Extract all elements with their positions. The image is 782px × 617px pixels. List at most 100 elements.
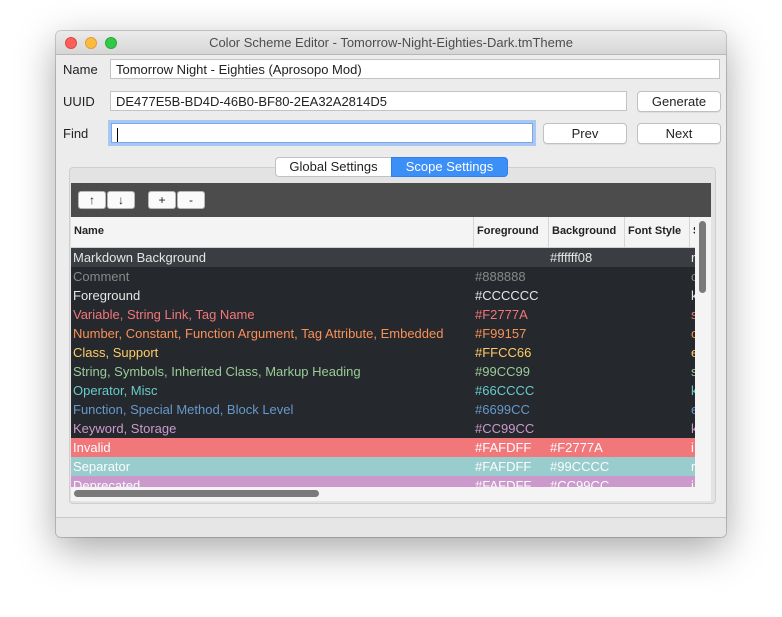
font-style-cell <box>627 400 687 419</box>
window-title: Color Scheme Editor - Tomorrow-Night-Eig… <box>209 35 573 50</box>
foreground-cell: #F2777A <box>475 307 528 322</box>
background-cell <box>550 324 624 343</box>
foreground-cell: #FAFDFF <box>475 478 532 487</box>
scope-name-cell: Function, Special Method, Block Level <box>73 402 294 417</box>
scope-table-body: Markdown Background #ffffff08 r Comment #888… <box>71 247 695 487</box>
arrow-up-icon: ↑ <box>89 193 95 207</box>
scope-name-cell: Keyword, Storage <box>73 421 177 436</box>
title-bar[interactable]: Color Scheme Editor - Tomorrow-Night-Eig… <box>56 31 726 55</box>
table-row[interactable]: Function, Special Method, Block Level #66… <box>71 400 695 419</box>
table-row[interactable]: Invalid #FAFDFF #F2777A i <box>71 438 695 457</box>
background-cell <box>550 400 624 419</box>
find-label: Find <box>63 126 89 141</box>
scope-name-cell: Number, Constant, Function Argument, Tag… <box>73 326 444 341</box>
scope-name-cell: Markdown Background <box>73 250 206 265</box>
name-label: Name <box>63 62 98 77</box>
add-scope-button[interactable]: + <box>148 191 176 209</box>
arrow-down-icon: ↓ <box>118 193 124 207</box>
font-style-cell <box>627 438 687 457</box>
background-cell <box>550 419 624 438</box>
scope-name-cell: Operator, Misc <box>73 383 158 398</box>
color-scheme-editor-window: Color Scheme Editor - Tomorrow-Night-Eig… <box>56 31 726 537</box>
foreground-cell: #CC99CC <box>475 421 535 436</box>
foreground-cell: #888888 <box>475 269 526 284</box>
scope-name-cell: Separator <box>73 459 131 474</box>
table-row[interactable]: Operator, Misc #66CCCC k <box>71 381 695 400</box>
table-row[interactable]: String, Symbols, Inherited Class, Markup… <box>71 362 695 381</box>
scope-name-cell: Deprecated <box>73 478 141 487</box>
generate-button[interactable]: Generate <box>637 91 721 112</box>
background-cell: #CC99CC <box>550 478 610 487</box>
font-style-cell <box>627 419 687 438</box>
next-button[interactable]: Next <box>637 123 721 144</box>
font-style-cell <box>627 286 687 305</box>
foreground-cell: #6699CC <box>475 402 530 417</box>
column-header-foreground[interactable]: Foreground <box>474 217 549 247</box>
scope-name-cell: Variable, String Link, Tag Name <box>73 307 255 322</box>
foreground-cell: #F99157 <box>475 326 527 341</box>
background-cell <box>550 305 624 324</box>
uuid-label: UUID <box>63 94 95 109</box>
column-header-font-style[interactable]: Font Style <box>625 217 690 247</box>
status-bar <box>56 517 726 537</box>
scope-name-cell: Invalid <box>73 440 111 455</box>
table-row[interactable]: Separator #FAFDFF #99CCCC r <box>71 457 695 476</box>
foreground-cell: #66CCCC <box>475 383 535 398</box>
table-row[interactable]: Variable, String Link, Tag Name #F2777A s <box>71 305 695 324</box>
column-header-name[interactable]: Name <box>71 217 474 247</box>
scrollbar-corner <box>695 487 711 501</box>
remove-scope-button[interactable]: - <box>177 191 205 209</box>
font-style-cell <box>627 248 687 267</box>
table-row[interactable]: Keyword, Storage #CC99CC k <box>71 419 695 438</box>
scope-toolbar: ↑ ↓ + - <box>71 183 711 217</box>
scope-name-cell: Class, Support <box>73 345 159 360</box>
background-cell <box>550 267 624 286</box>
background-cell: #ffffff08 <box>550 250 593 265</box>
prev-button[interactable]: Prev <box>543 123 627 144</box>
table-row[interactable]: Class, Support #FFCC66 e <box>71 343 695 362</box>
scope-name-cell: String, Symbols, Inherited Class, Markup… <box>73 364 361 379</box>
font-style-cell <box>627 381 687 400</box>
background-cell <box>550 286 624 305</box>
scope-name-cell: Foreground <box>73 288 141 303</box>
font-style-cell <box>627 476 687 487</box>
minus-icon: - <box>189 193 193 207</box>
tab-scope-settings[interactable]: Scope Settings <box>391 157 508 177</box>
column-header-background[interactable]: Background <box>549 217 625 247</box>
font-style-cell <box>627 457 687 476</box>
background-cell <box>550 362 624 381</box>
foreground-cell: #FFCC66 <box>475 345 532 360</box>
table-row[interactable]: Deprecated #FAFDFF #CC99CC i <box>71 476 695 487</box>
horizontal-scrollbar[interactable] <box>71 487 695 501</box>
move-up-button[interactable]: ↑ <box>78 191 106 209</box>
plus-icon: + <box>158 193 166 207</box>
foreground-cell: #FAFDFF <box>475 459 532 474</box>
font-style-cell <box>627 362 687 381</box>
table-row[interactable]: Markdown Background #ffffff08 r <box>71 248 695 267</box>
table-header: Name Foreground Background Font Style S <box>71 217 700 248</box>
font-style-cell <box>627 267 687 286</box>
foreground-cell: #99CC99 <box>475 364 530 379</box>
move-down-button[interactable]: ↓ <box>107 191 135 209</box>
foreground-cell <box>475 248 547 267</box>
name-field[interactable]: Tomorrow Night - Eighties (Aprosopo Mod) <box>110 59 720 79</box>
table-row[interactable]: Comment #888888 c <box>71 267 695 286</box>
font-style-cell <box>627 324 687 343</box>
vertical-scrollbar[interactable] <box>695 217 711 487</box>
font-style-cell <box>627 343 687 362</box>
vertical-scroll-thumb[interactable] <box>699 221 706 293</box>
foreground-cell: #CCCCCC <box>475 288 539 303</box>
tab-global-settings[interactable]: Global Settings <box>275 157 391 177</box>
background-cell <box>550 343 624 362</box>
horizontal-scroll-thumb[interactable] <box>74 490 319 497</box>
text-caret <box>117 127 118 142</box>
table-row[interactable]: Number, Constant, Function Argument, Tag… <box>71 324 695 343</box>
foreground-cell: #FAFDFF <box>475 440 532 455</box>
uuid-field[interactable]: DE477E5B-BD4D-46B0-BF80-2EA32A2814D5 <box>110 91 627 111</box>
find-input[interactable] <box>111 123 533 143</box>
background-cell: #99CCCC <box>550 459 610 474</box>
table-row[interactable]: Foreground #CCCCCC k <box>71 286 695 305</box>
background-cell: #F2777A <box>550 440 603 455</box>
background-cell <box>550 381 624 400</box>
font-style-cell <box>627 305 687 324</box>
